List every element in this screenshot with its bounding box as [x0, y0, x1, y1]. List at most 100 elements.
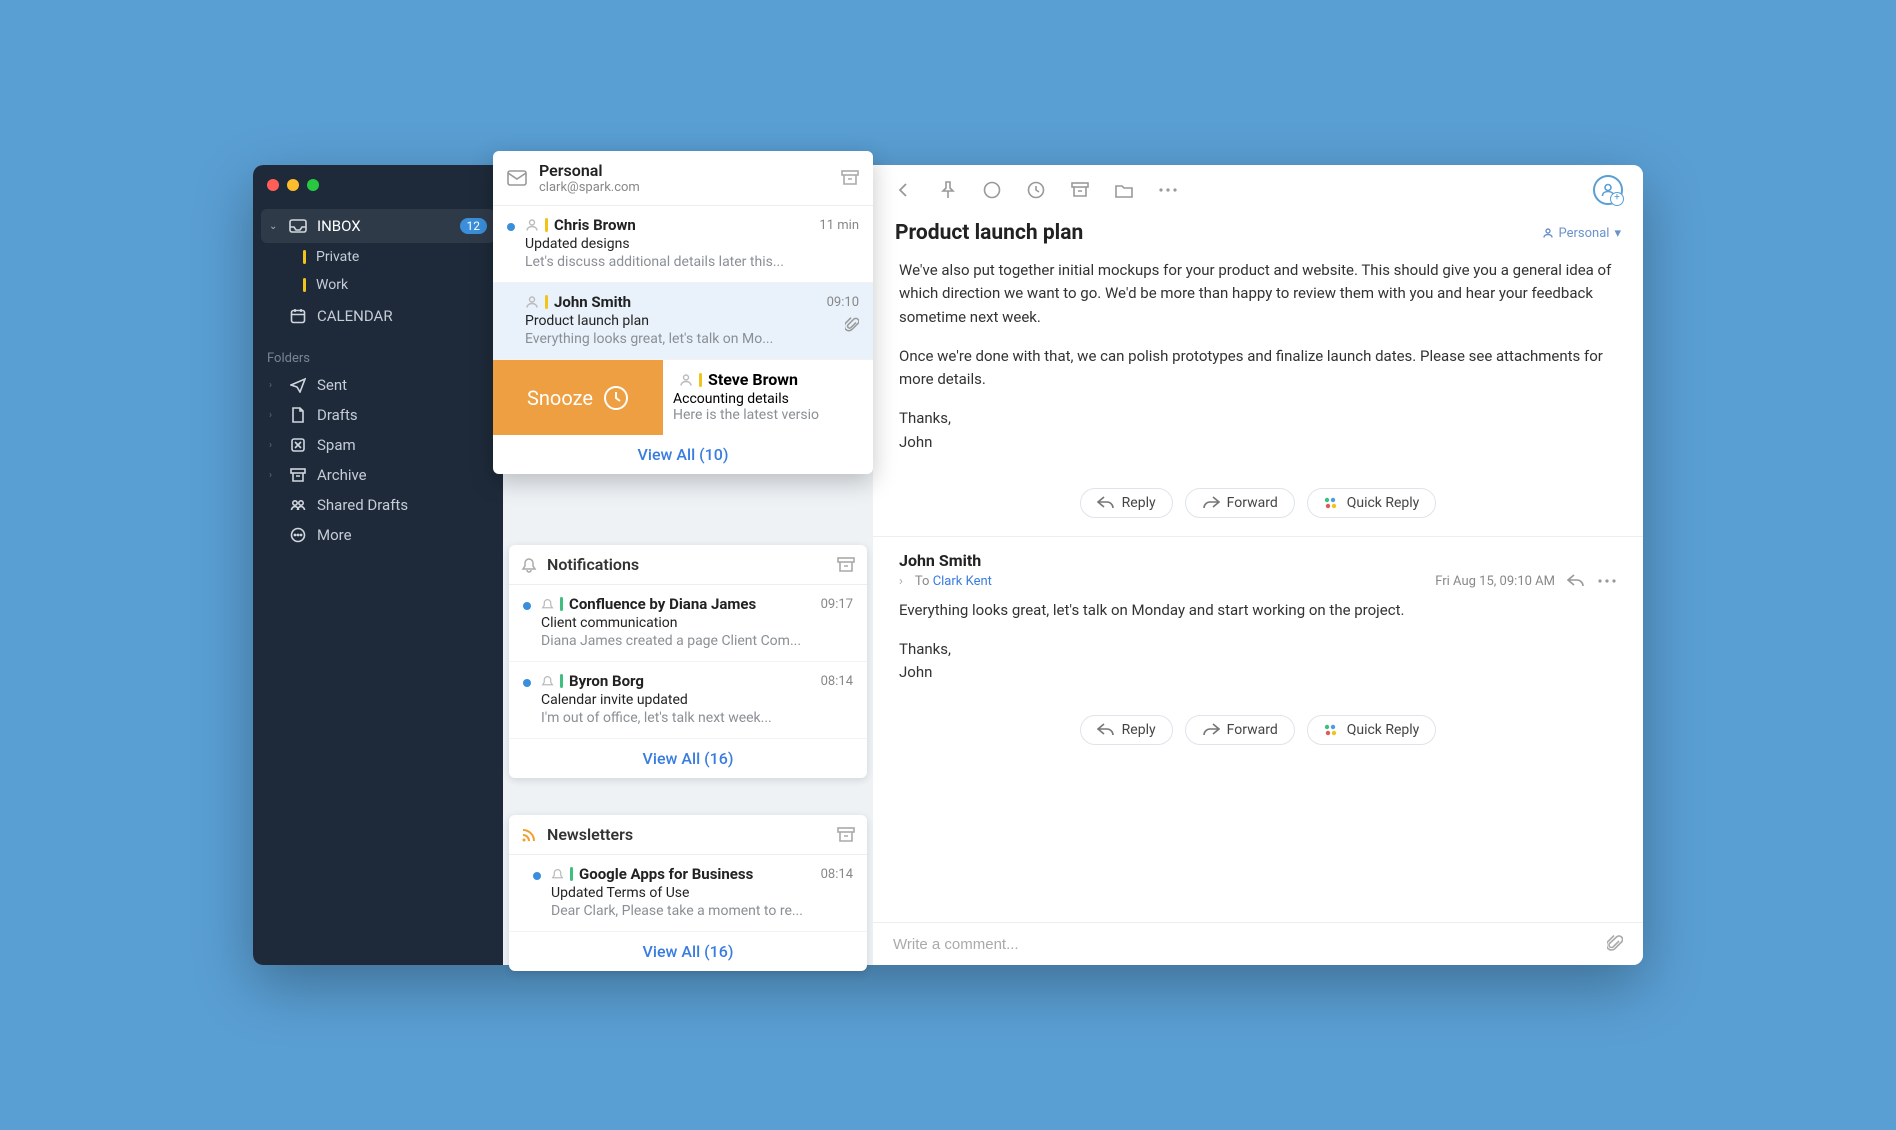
unread-dot-icon: [523, 679, 531, 687]
pin-button[interactable]: [937, 179, 959, 201]
inbox-badge: 12: [460, 218, 488, 234]
snooze-label: Snooze: [527, 386, 593, 410]
group-header-personal[interactable]: Personal clark@spark.com: [493, 151, 873, 206]
group-header-notifications[interactable]: Notifications: [509, 545, 867, 585]
sidebar-item-spam[interactable]: › Spam: [261, 430, 495, 460]
expand-recipients-icon[interactable]: ›: [899, 574, 903, 589]
message-sender: Confluence by Diana James: [569, 595, 756, 613]
back-button[interactable]: [893, 179, 915, 201]
close-window-button[interactable]: [267, 179, 279, 191]
move-button[interactable]: [1113, 179, 1135, 201]
sidebar-item-calendar[interactable]: CALENDAR: [261, 299, 495, 333]
comment-input[interactable]: [893, 936, 1597, 953]
archive-button[interactable]: [1069, 179, 1091, 201]
more-button[interactable]: [1157, 179, 1179, 201]
view-all-newsletters[interactable]: View All (16): [509, 932, 867, 971]
quick-reply-button[interactable]: Quick Reply: [1307, 488, 1437, 518]
sidebar-item-more[interactable]: More: [261, 520, 495, 550]
chevron-right-icon: ›: [269, 470, 279, 481]
message-subject: Product launch plan: [525, 313, 859, 329]
maximize-window-button[interactable]: [307, 179, 319, 191]
message-preview: Let's discuss additional details later t…: [525, 254, 859, 270]
sidebar-item-archive[interactable]: › Archive: [261, 460, 495, 490]
sidebar-item-inbox[interactable]: ⌄ INBOX 12: [261, 209, 495, 243]
tag-indicator-icon: [303, 278, 306, 292]
person-icon: [525, 295, 539, 309]
message-subject: Client communication: [541, 615, 853, 631]
sidebar-item-private[interactable]: Private: [295, 243, 495, 271]
message-time: 11 min: [819, 218, 859, 233]
to-label: To: [915, 574, 930, 589]
message-sender: Chris Brown: [554, 216, 636, 234]
group-title: Newsletters: [547, 825, 827, 844]
reply-inline-button[interactable]: [1567, 574, 1585, 588]
add-collaborator-button[interactable]: [1593, 175, 1623, 205]
attachment-icon: [845, 317, 859, 333]
view-all-notifications[interactable]: View All (16): [509, 739, 867, 778]
signature-name: John: [899, 433, 932, 451]
forward-button[interactable]: Forward: [1185, 715, 1295, 745]
clock-icon: [603, 385, 629, 411]
snooze-button[interactable]: [1025, 179, 1047, 201]
quick-reply-icon: [1324, 496, 1340, 510]
group-title: Notifications: [547, 555, 827, 574]
message-sender: John Smith: [554, 293, 631, 311]
account-picker[interactable]: Personal ▾: [1542, 226, 1621, 241]
body-paragraph: Once we're done with that, we can polish…: [899, 345, 1617, 392]
quick-reply-button[interactable]: Quick Reply: [1307, 715, 1437, 745]
quick-reply-icon: [1324, 723, 1340, 737]
group-header-newsletters[interactable]: Newsletters: [509, 815, 867, 855]
message-row[interactable]: Byron Borg 08:14 Calendar invite updated…: [509, 662, 867, 739]
message-preview: Dear Clark, Please take a moment to re..…: [551, 903, 853, 919]
message-row-swiped[interactable]: Snooze Steve Brown Accounting detail: [493, 360, 873, 435]
message-sender: Google Apps for Business: [579, 865, 753, 883]
message-time: 08:14: [821, 674, 853, 689]
sidebar-item-drafts[interactable]: › Drafts: [261, 400, 495, 430]
person-icon: [525, 218, 539, 232]
message-row[interactable]: Confluence by Diana James 09:17 Client c…: [509, 585, 867, 662]
calendar-icon: [289, 308, 307, 324]
message-preview: Everything looks great, let's talk on Mo…: [525, 331, 859, 347]
archive-group-icon[interactable]: [841, 170, 859, 186]
body-paragraph: Everything looks great, let's talk on Mo…: [899, 599, 1617, 622]
attach-button[interactable]: [1607, 935, 1623, 953]
message-time: 09:17: [821, 597, 853, 612]
archive-group-icon[interactable]: [837, 557, 855, 573]
sent-label: Sent: [317, 376, 347, 394]
reply-icon: [1097, 496, 1115, 510]
sidebar-item-shared-drafts[interactable]: Shared Drafts: [261, 490, 495, 520]
person-icon: [679, 373, 693, 387]
message-more-button[interactable]: [1597, 578, 1617, 584]
message-row-selected[interactable]: John Smith 09:10 Product launch plan Eve…: [493, 283, 873, 360]
quick-reply-label: Quick Reply: [1347, 495, 1420, 511]
message-subject-title: Product launch plan: [895, 221, 1542, 245]
message-row[interactable]: Chris Brown 11 min Updated designs Let's…: [493, 206, 873, 283]
tag-indicator-icon: [545, 218, 548, 232]
folders-section-label: Folders: [253, 337, 503, 370]
forward-label: Forward: [1227, 495, 1278, 511]
bell-icon: [521, 557, 537, 573]
message-row[interactable]: Google Apps for Business 08:14 Updated T…: [509, 855, 867, 932]
rss-icon: [521, 827, 537, 843]
private-label: Private: [316, 249, 359, 265]
message-preview: I'm out of office, let's talk next week.…: [541, 710, 853, 726]
thread-reply: John Smith › To Clark Kent Fri Aug 15, 0…: [873, 537, 1643, 763]
snooze-action[interactable]: Snooze: [493, 360, 663, 435]
chevron-right-icon: ›: [269, 410, 279, 421]
mark-read-button[interactable]: [981, 179, 1003, 201]
archive-label: Archive: [317, 466, 367, 484]
archive-group-icon[interactable]: [837, 827, 855, 843]
sidebar-item-work[interactable]: Work: [295, 271, 495, 299]
reply-button[interactable]: Reply: [1080, 488, 1173, 518]
message-sender: Byron Borg: [569, 672, 644, 690]
forward-button[interactable]: Forward: [1185, 488, 1295, 518]
reply-button[interactable]: Reply: [1080, 715, 1173, 745]
minimize-window-button[interactable]: [287, 179, 299, 191]
view-all-personal[interactable]: View All (10): [493, 435, 873, 474]
message-time: 09:10: [827, 295, 859, 310]
inbox-group-personal: Personal clark@spark.com Chris Brow: [493, 151, 873, 474]
recipient-link[interactable]: Clark Kent: [933, 574, 992, 589]
chevron-down-icon: ⌄: [269, 221, 279, 232]
app-window: ⌄ INBOX 12 Private Work: [253, 165, 1643, 965]
sidebar-item-sent[interactable]: › Sent: [261, 370, 495, 400]
